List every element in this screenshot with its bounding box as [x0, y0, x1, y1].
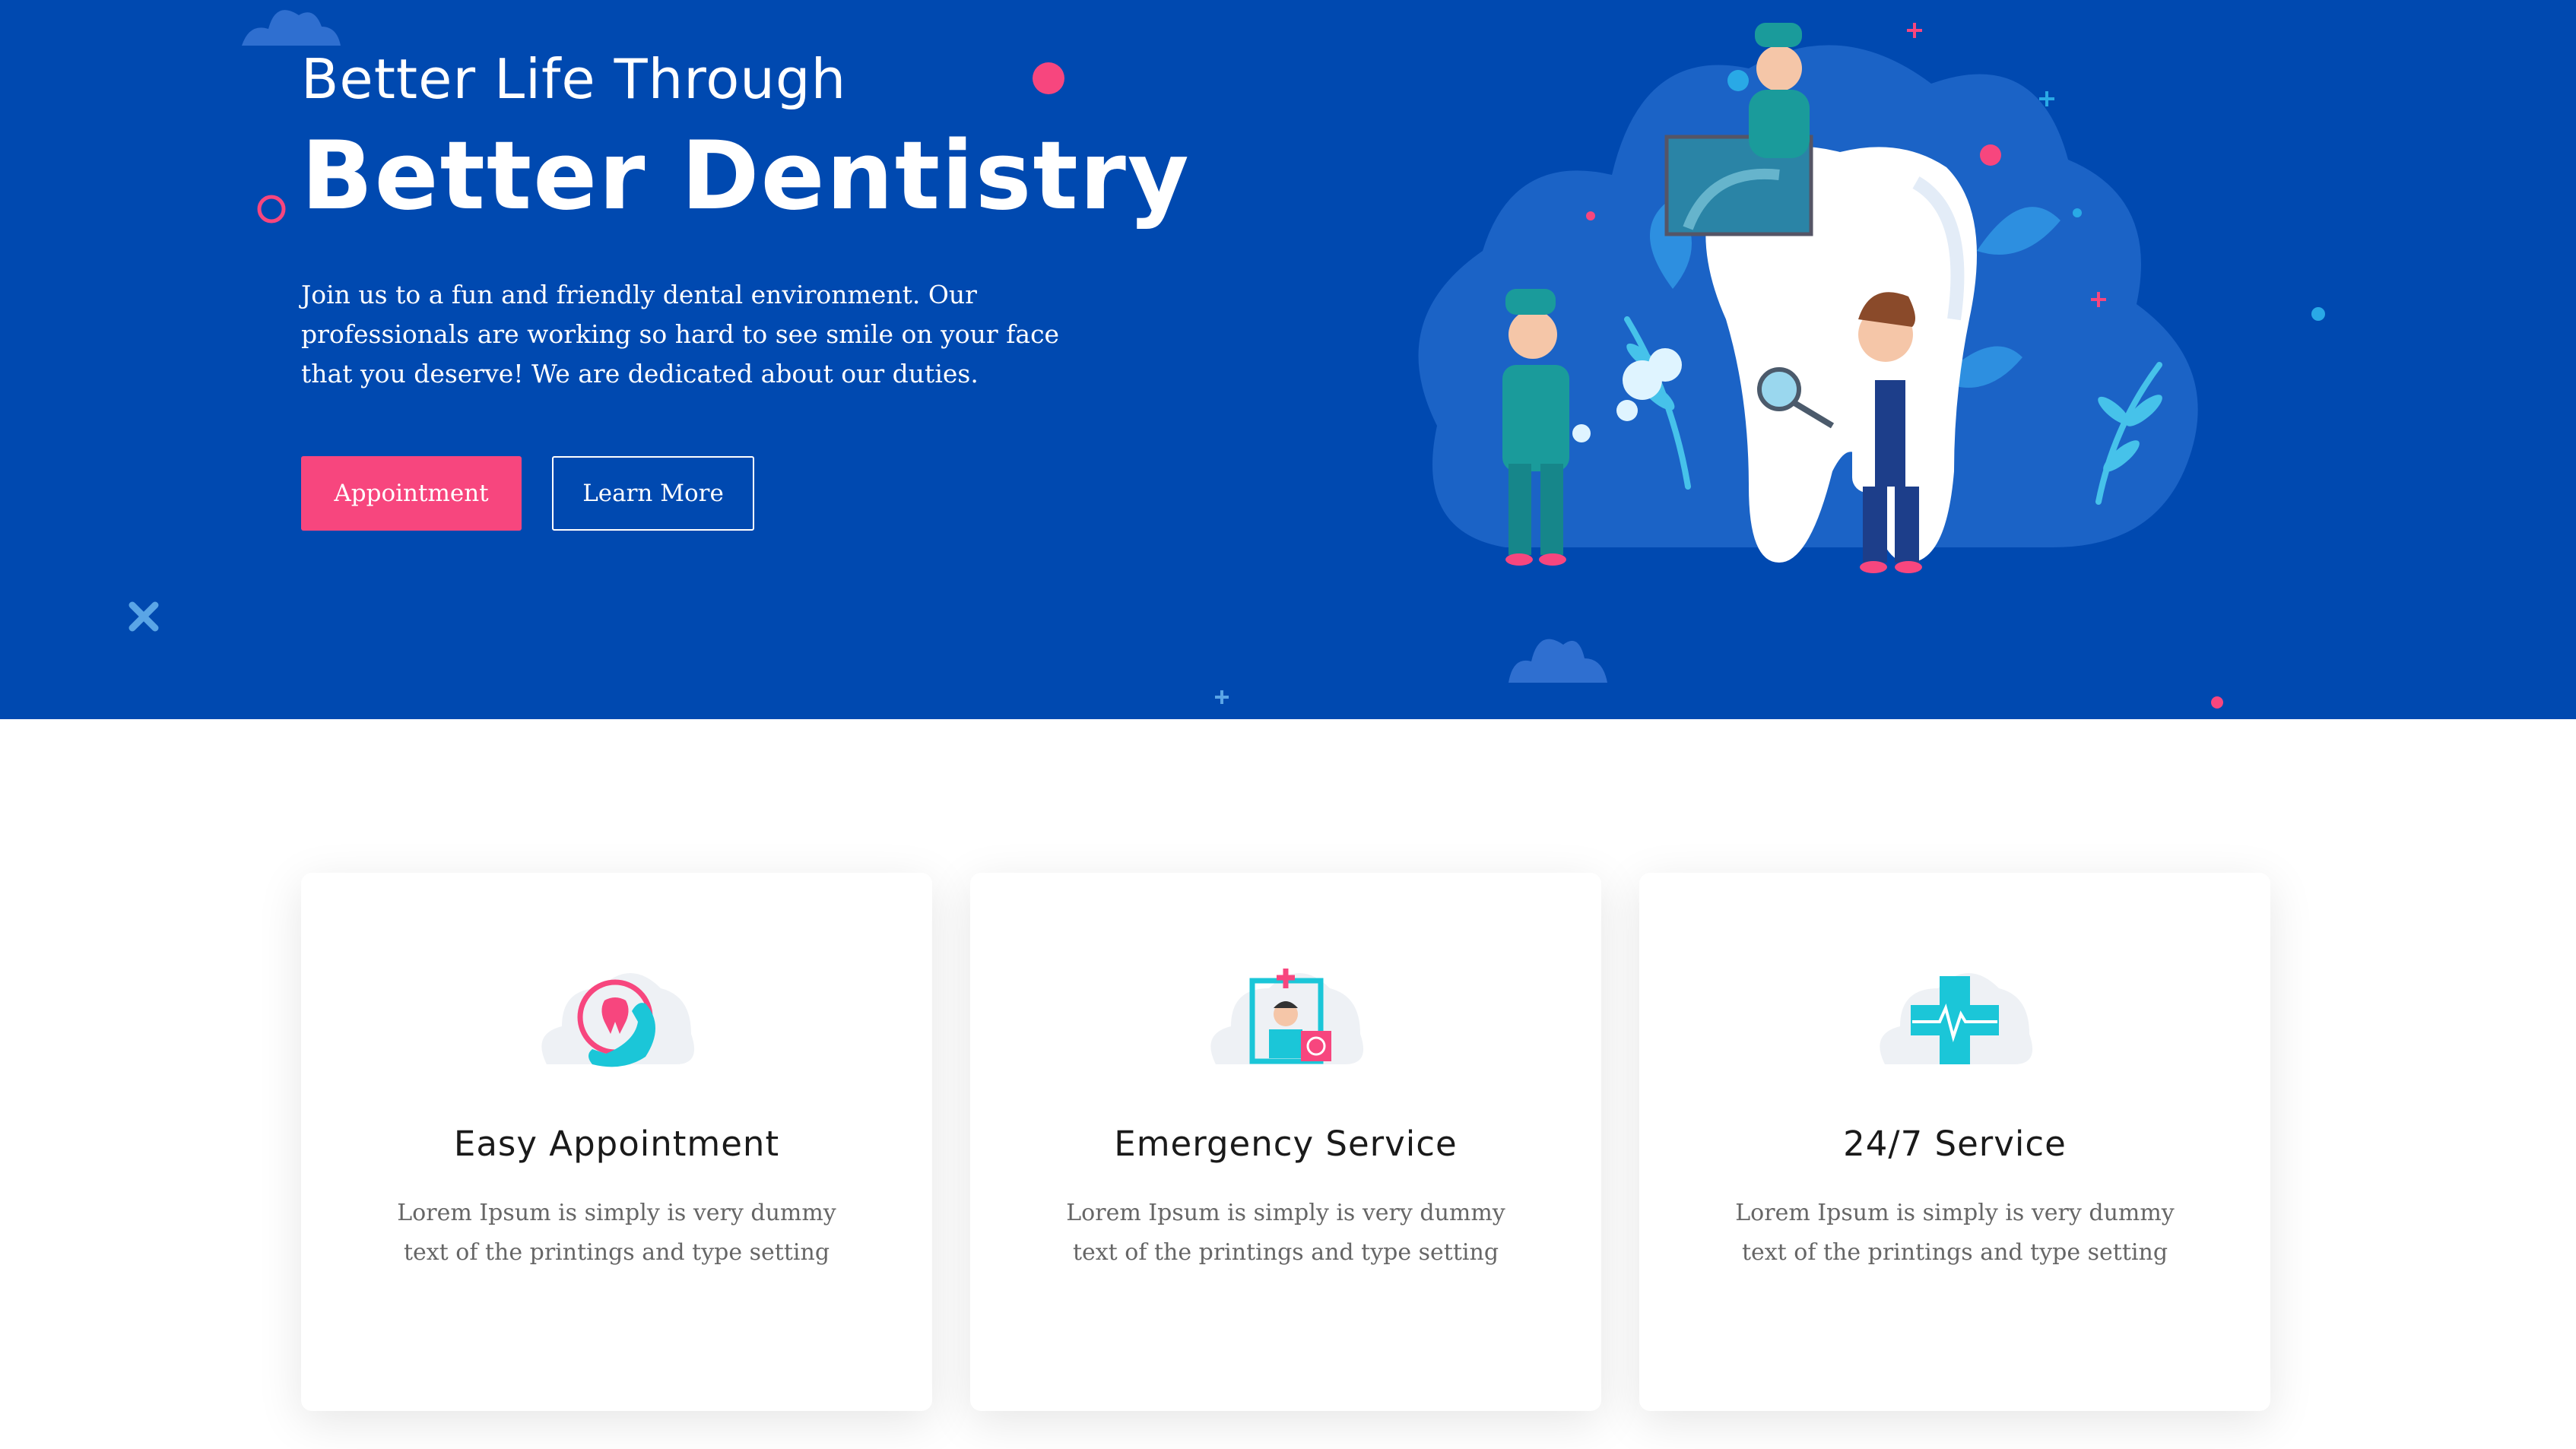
- doctor-badge-icon: [1210, 969, 1364, 1064]
- cross-decoration-icon: [128, 601, 159, 632]
- dot-decoration-icon: [2311, 307, 2325, 321]
- phone-tooth-icon: [541, 973, 695, 1067]
- learn-more-button[interactable]: Learn More: [552, 456, 754, 531]
- hero-description: Join us to a fun and friendly dental env…: [301, 280, 1060, 388]
- hero-title: Better Dentistry: [301, 122, 1191, 231]
- plus-decoration-icon: [1215, 690, 1229, 704]
- hero-subtitle: Better Life Through: [301, 47, 847, 111]
- appointment-button[interactable]: Appointment: [301, 456, 522, 531]
- circle-decoration-icon: [1033, 62, 1064, 94]
- feature-text: Lorem Ipsum is simply is very dummy text…: [1066, 1200, 1505, 1266]
- feature-card-24-7-service: 24/7 Service Lorem Ipsum is simply is ve…: [1639, 873, 2270, 1411]
- feature-text: Lorem Ipsum is simply is very dummy text…: [1735, 1200, 2175, 1266]
- cloud-decoration-icon: [242, 10, 341, 46]
- feature-text: Lorem Ipsum is simply is very dummy text…: [397, 1200, 836, 1266]
- feature-title: 24/7 Service: [1843, 1124, 2067, 1164]
- hero-section: Better Life Through Better Dentistry Joi…: [0, 0, 2576, 719]
- feature-card-easy-appointment: Easy Appointment Lorem Ipsum is simply i…: [301, 873, 932, 1411]
- feature-title: Emergency Service: [1114, 1124, 1458, 1164]
- feature-card-emergency-service: Emergency Service Lorem Ipsum is simply …: [970, 873, 1601, 1411]
- dentists-illustration: [1418, 23, 2198, 573]
- feature-title: Easy Appointment: [453, 1124, 780, 1164]
- medical-cross-icon: [1880, 973, 2033, 1064]
- ring-decoration-icon: [257, 195, 286, 224]
